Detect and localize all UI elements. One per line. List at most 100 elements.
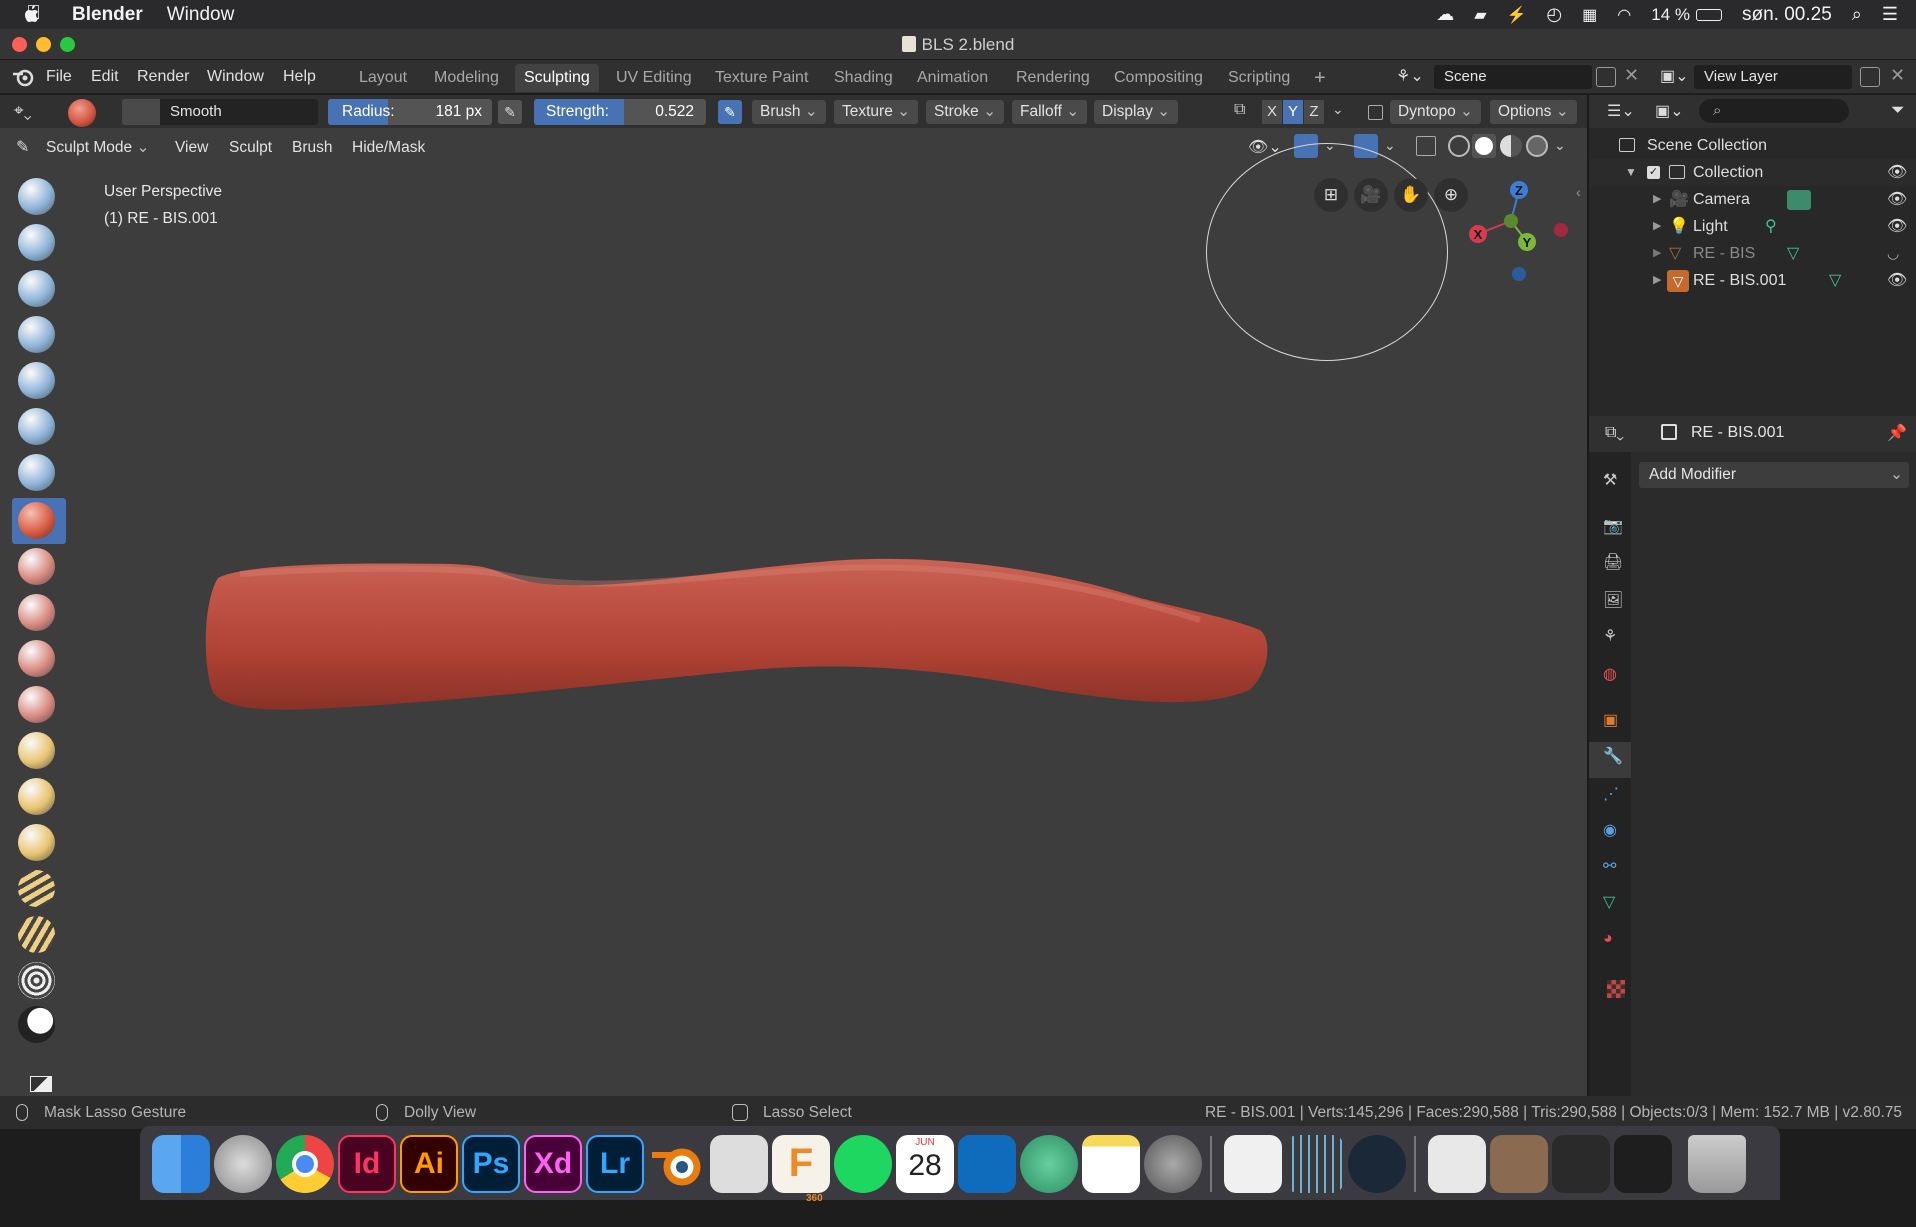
- falloff-dropdown[interactable]: Falloff: [1012, 100, 1088, 124]
- indesign-icon[interactable]: Id: [338, 1135, 396, 1193]
- trash-icon[interactable]: [1688, 1135, 1746, 1193]
- properties-editor-type-icon[interactable]: ⧉⌄: [1605, 424, 1624, 442]
- menu-extra-icon[interactable]: ▦: [1582, 5, 1597, 25]
- outliner-item-light[interactable]: ▶ 💡 Light ⚲ 👁: [1589, 213, 1916, 240]
- camera-data-icon[interactable]: [1787, 190, 1811, 210]
- preview-icon[interactable]: [710, 1135, 768, 1193]
- delete-scene-icon[interactable]: ✕: [1624, 65, 1639, 86]
- view-layer-field[interactable]: View Layer: [1694, 65, 1852, 89]
- creative-cloud-icon[interactable]: ☁: [1436, 4, 1454, 25]
- tab-modeling[interactable]: Modeling: [425, 64, 508, 92]
- mac-menu-window[interactable]: Window: [167, 4, 235, 26]
- add-modifier-dropdown[interactable]: Add Modifier ⌄: [1639, 462, 1909, 488]
- display-mode-icon[interactable]: ▣⌄: [1655, 101, 1684, 121]
- area-divider[interactable]: [1587, 95, 1589, 1096]
- menu-window[interactable]: Window: [207, 68, 264, 86]
- wifi-icon[interactable]: ◠: [1617, 5, 1631, 25]
- battery-status[interactable]: 14 %: [1651, 5, 1690, 25]
- blender-dock-icon[interactable]: [648, 1135, 706, 1193]
- symmetry-z-toggle[interactable]: Z: [1304, 100, 1324, 124]
- pan-view-hand-icon[interactable]: ✋: [1394, 178, 1428, 212]
- outliner-search-field[interactable]: ⌕: [1699, 99, 1849, 123]
- strength-slider[interactable]: Strength: 0.522: [534, 99, 706, 125]
- expand-light-icon[interactable]: ▶: [1653, 213, 1661, 240]
- menu-file[interactable]: File: [46, 68, 72, 86]
- tab-texture-paint[interactable]: Texture Paint: [706, 64, 817, 92]
- radius-slider[interactable]: Radius: 181 px: [328, 99, 492, 125]
- gizmo-neg-z[interactable]: [1512, 267, 1526, 281]
- apple-logo-icon[interactable]: [23, 4, 41, 25]
- view-layer-tab-icon[interactable]: 🖼: [1603, 590, 1633, 620]
- layer-brush-tool-icon[interactable]: [18, 362, 55, 399]
- expand-collection-icon[interactable]: ▼: [1625, 159, 1637, 186]
- blender-logo-icon[interactable]: [12, 67, 34, 87]
- pin-icon[interactable]: ▰: [1474, 5, 1486, 25]
- mask-brush-tool-icon[interactable]: [18, 1006, 55, 1043]
- pinch-brush-tool-icon[interactable]: [18, 732, 55, 769]
- battery-icon[interactable]: [1695, 8, 1722, 21]
- lightroom-icon[interactable]: Lr: [586, 1135, 644, 1193]
- spotify-icon[interactable]: [834, 1135, 892, 1193]
- textedit-icon[interactable]: [1224, 1135, 1282, 1193]
- photoshop-icon[interactable]: Ps: [462, 1135, 520, 1193]
- mesh-data-icon[interactable]: ▽: [1829, 267, 1841, 294]
- mode-selector[interactable]: Sculpt Mode: [38, 136, 157, 160]
- material-preview-icon[interactable]: [1500, 135, 1522, 157]
- object-tab-icon[interactable]: ▣: [1603, 710, 1633, 740]
- filter-icon[interactable]: ⏷: [1891, 100, 1905, 120]
- clay-brush-tool-icon[interactable]: [18, 270, 55, 307]
- thumb-brush-tool-icon[interactable]: [18, 870, 55, 907]
- dyntopo-checkbox[interactable]: [1368, 105, 1383, 120]
- symmetry-dropdown-icon[interactable]: ⌄: [1332, 101, 1344, 118]
- modifiers-wrench-tab-icon[interactable]: 🔧: [1603, 746, 1633, 776]
- system-preferences-gear-icon[interactable]: [1144, 1135, 1202, 1193]
- minimized-window-3[interactable]: [1552, 1135, 1610, 1193]
- minimize-window-button[interactable]: [36, 37, 51, 52]
- brush-name-field[interactable]: Smooth: [160, 99, 318, 125]
- launchpad-rocket-icon[interactable]: [214, 1135, 272, 1193]
- camera-view-icon[interactable]: 🎥: [1354, 178, 1388, 212]
- dyntopo-dropdown[interactable]: Dyntopo: [1390, 100, 1482, 124]
- minimized-window-2[interactable]: [1490, 1135, 1548, 1193]
- add-workspace-button[interactable]: +: [1305, 64, 1335, 92]
- xray-toggle-icon[interactable]: [1416, 136, 1436, 156]
- menu-edit[interactable]: Edit: [91, 68, 119, 86]
- texture-dropdown[interactable]: Texture: [834, 100, 919, 124]
- fusion-360-icon[interactable]: F 360: [772, 1135, 830, 1204]
- steam-icon[interactable]: [1348, 1135, 1406, 1193]
- light-visibility-eye-icon[interactable]: 👁: [1887, 213, 1907, 240]
- tab-compositing[interactable]: Compositing: [1105, 64, 1212, 92]
- tab-scripting[interactable]: Scripting: [1219, 64, 1299, 92]
- mesh-data-tab-icon[interactable]: ▽: [1603, 892, 1633, 922]
- scene-name-field[interactable]: Scene: [1434, 65, 1592, 89]
- scene-collection-row[interactable]: Scene Collection: [1589, 132, 1916, 159]
- view-layer-selector-icon[interactable]: ▣⌄: [1660, 66, 1689, 86]
- render-tab-icon[interactable]: 📷: [1603, 516, 1633, 546]
- bolt-icon[interactable]: ⚡: [1507, 5, 1527, 25]
- menu-view[interactable]: View: [175, 139, 208, 157]
- sidebar-toggle-icon[interactable]: ‹: [1576, 184, 1581, 200]
- outliner-item-re-bis[interactable]: ▶ ▽ RE - BIS ▽ ◡: [1589, 240, 1916, 267]
- toggle-camera-view-icon[interactable]: ⊞: [1314, 178, 1348, 212]
- zoom-window-button[interactable]: [60, 37, 75, 52]
- gizmo-neg-y[interactable]: [1504, 214, 1518, 228]
- options-dropdown[interactable]: Options: [1490, 100, 1577, 124]
- grab-brush-tool-icon[interactable]: [18, 778, 55, 815]
- new-scene-icon[interactable]: [1596, 67, 1616, 87]
- outliner-item-re-bis-001[interactable]: ▶ ▽ RE - BIS.001 ▽ 👁: [1589, 267, 1916, 294]
- scrape-brush-tool-icon[interactable]: [18, 686, 55, 723]
- close-window-button[interactable]: [12, 37, 27, 52]
- delete-view-layer-icon[interactable]: ✕: [1890, 65, 1905, 86]
- notes-icon[interactable]: [1082, 1135, 1140, 1193]
- world-tab-icon[interactable]: ◍: [1603, 664, 1633, 694]
- symmetry-y-toggle[interactable]: Y: [1283, 100, 1303, 124]
- strength-pressure-icon[interactable]: ✎: [718, 100, 742, 124]
- tool-settings-tab-icon[interactable]: ⚒: [1603, 470, 1633, 500]
- hidden-eye-icon[interactable]: ◡: [1887, 240, 1899, 267]
- output-tab-icon[interactable]: 🖨: [1603, 552, 1633, 582]
- spotlight-search-icon[interactable]: ⌕: [1852, 4, 1862, 25]
- zoom-view-icon[interactable]: ⊕: [1434, 178, 1468, 212]
- menu-help[interactable]: Help: [283, 68, 316, 86]
- material-tab-icon[interactable]: ◕: [1603, 930, 1633, 960]
- navigation-gizmo[interactable]: Z X Y: [1464, 176, 1576, 288]
